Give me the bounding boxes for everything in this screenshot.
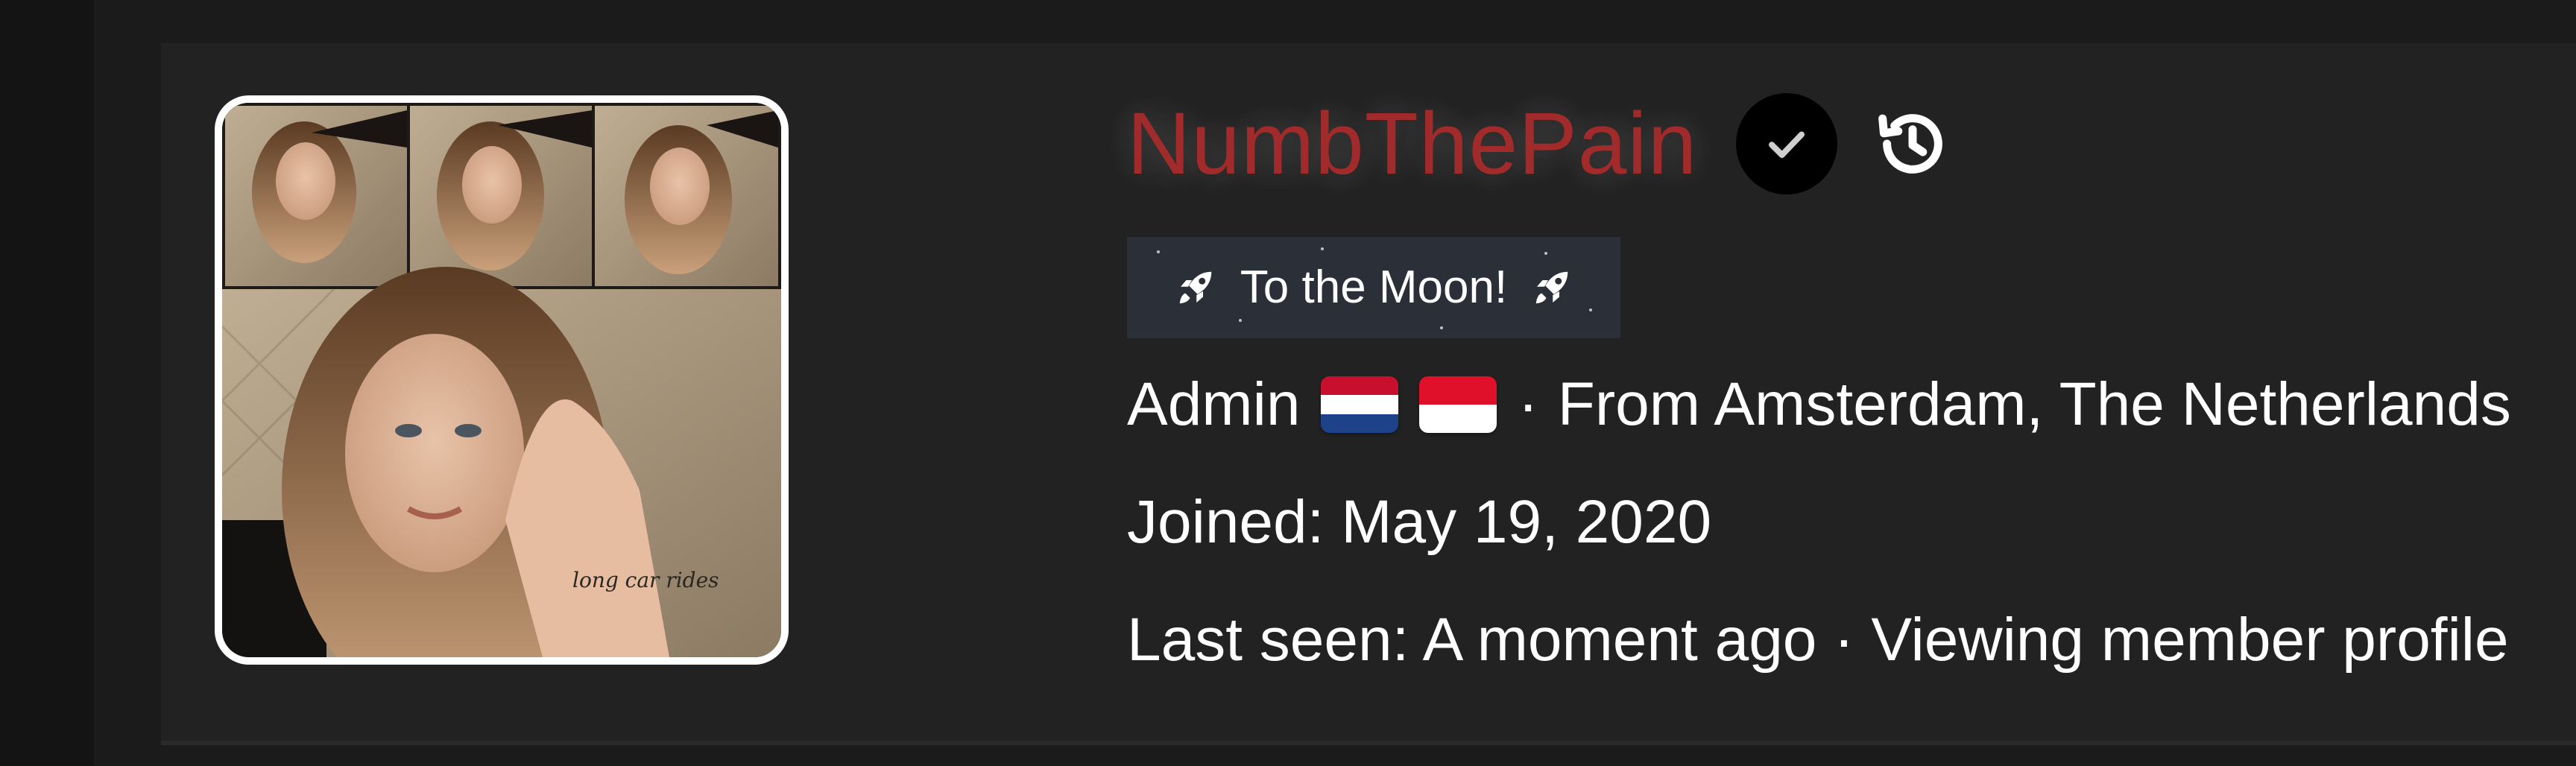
joined-label: Joined: [1127, 488, 1325, 556]
joined-line: Joined: May 19, 2020 [1127, 487, 1711, 557]
rocket-icon [1535, 271, 1568, 304]
user-title: Admin [1127, 370, 1301, 438]
indonesia-flag [1419, 376, 1497, 433]
avatar[interactable]: long car rides [215, 95, 789, 665]
profile-page: long car rides NumbThePain To the Moon! … [0, 0, 2576, 766]
avatar-photo: long car rides [222, 103, 781, 657]
user-banner: To the Moon! [1127, 237, 1620, 338]
verified-check-icon [1736, 93, 1838, 194]
separator: · [1518, 370, 1538, 438]
username[interactable]: NumbThePain [1127, 88, 1697, 200]
history-icon[interactable] [1872, 103, 1954, 185]
location-link[interactable]: From Amsterdam, The Netherlands [1558, 370, 2511, 440]
username-row: NumbThePain [1127, 88, 1954, 200]
last-seen-value: A moment ago [1422, 606, 1817, 674]
banner-text: To the Moon! [1240, 262, 1508, 313]
avatar-caption: long car rides [572, 568, 719, 592]
separator: · [1834, 606, 1854, 674]
joined-date: May 19, 2020 [1341, 488, 1712, 556]
role-location-line: Admin · From Amsterdam, The Netherlands [1127, 370, 2511, 440]
netherlands-flag [1321, 376, 1399, 433]
left-rail [0, 0, 94, 766]
last-seen-label: Last seen: [1127, 606, 1409, 674]
activity-link[interactable]: Viewing member profile [1871, 606, 2508, 674]
last-seen-line: Last seen: A moment ago · Viewing member… [1127, 605, 2509, 675]
rocket-icon [1179, 271, 1212, 304]
